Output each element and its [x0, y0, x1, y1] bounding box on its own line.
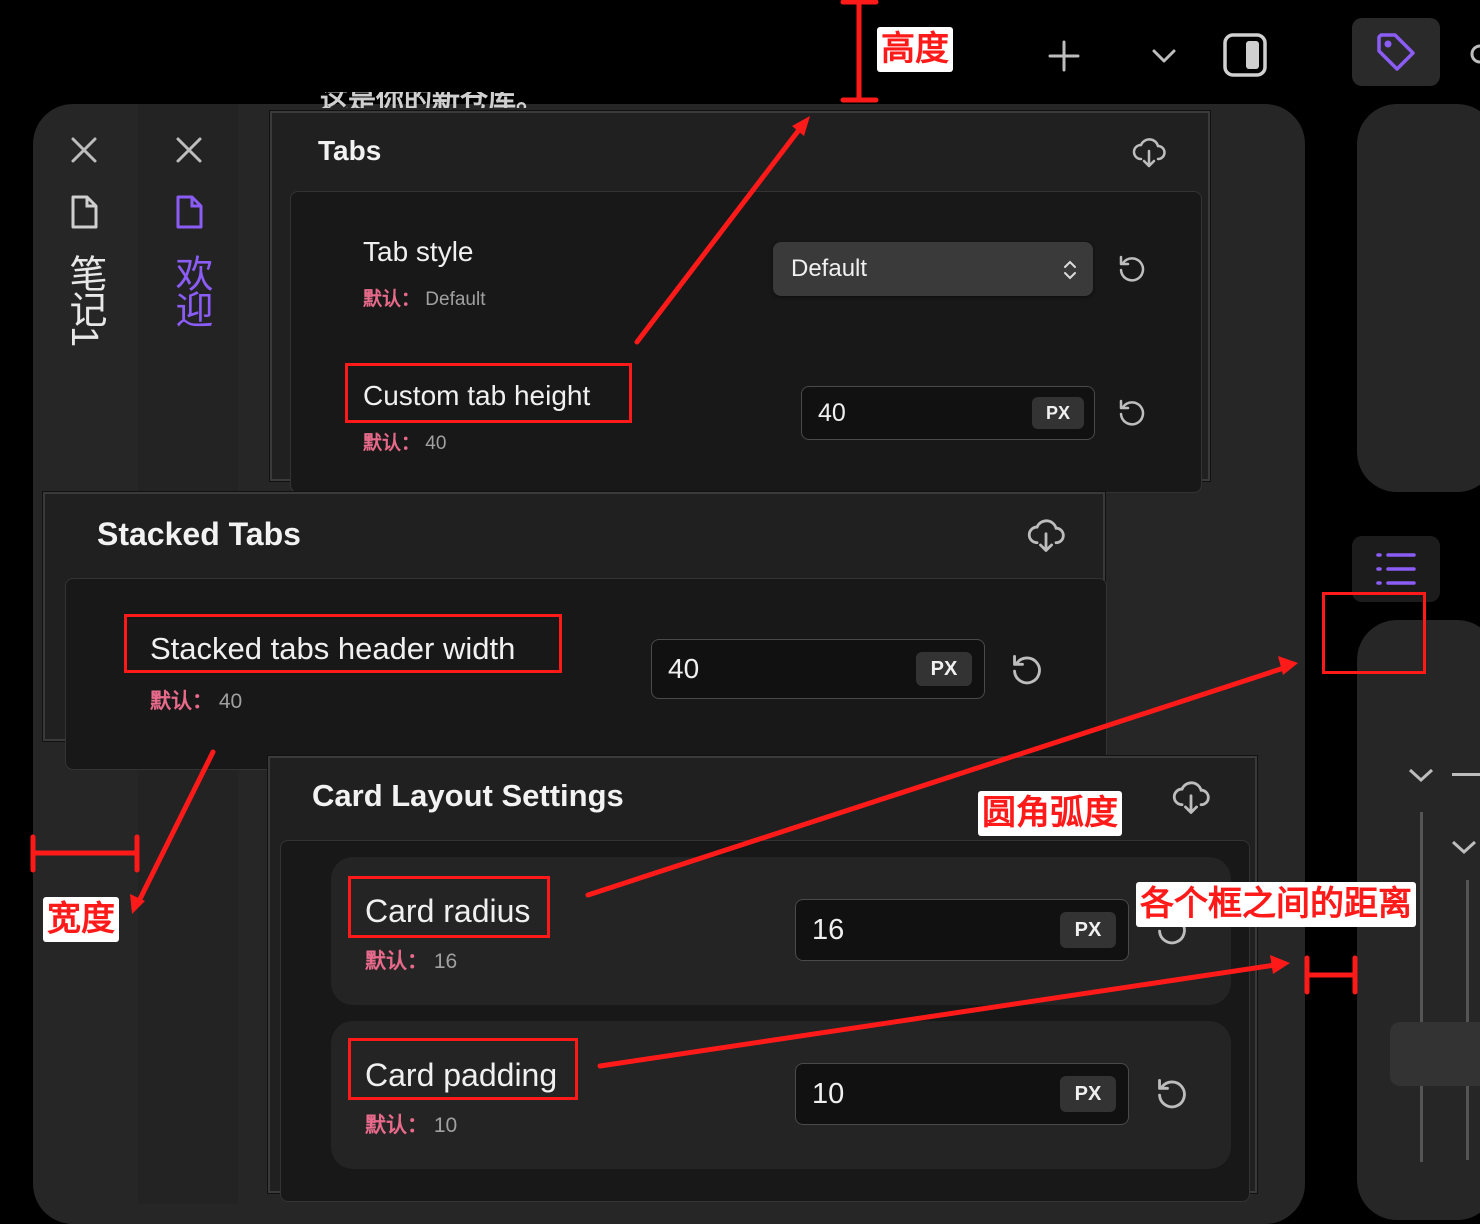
annotation-label-gap: 各个框之间的距离: [1136, 882, 1416, 927]
annotation-label-height: 高度: [877, 27, 953, 72]
annotation-label-width: 宽度: [43, 897, 119, 942]
annotation-label-radius: 圆角弧度: [978, 791, 1122, 836]
annotation-arrows: [30, 0, 1358, 1069]
